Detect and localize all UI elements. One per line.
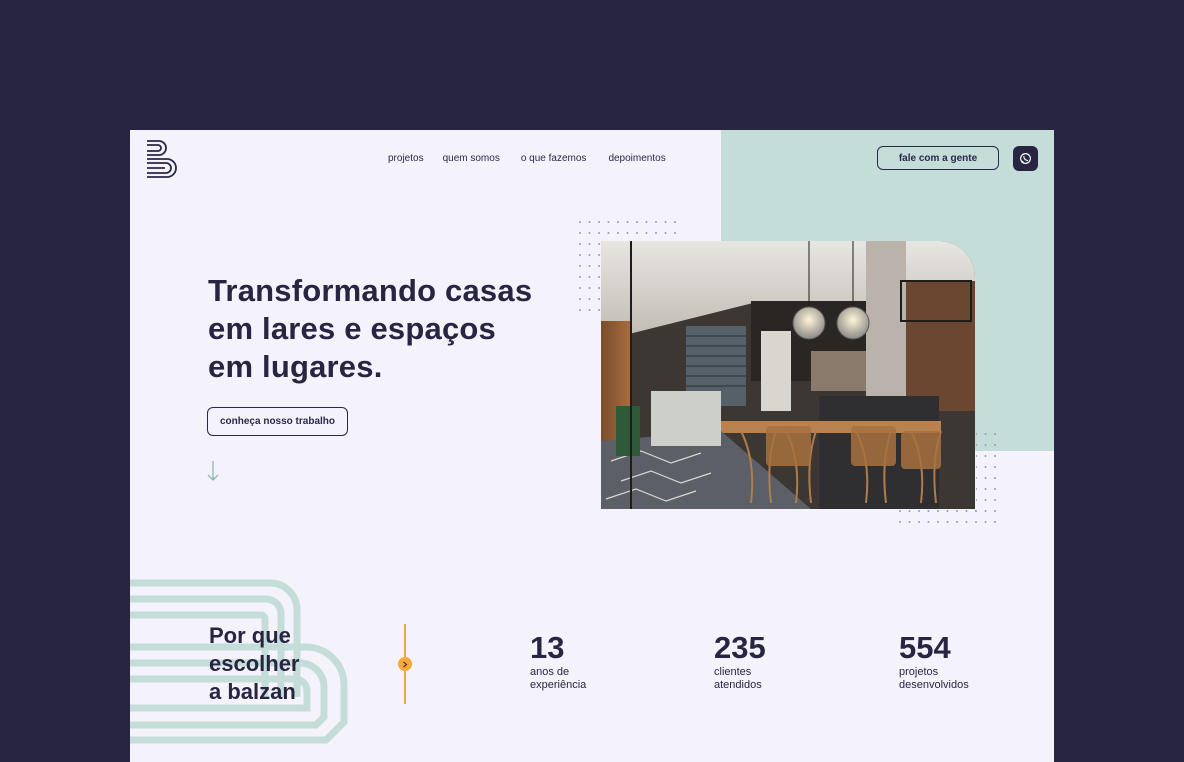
why-choose-title: Por que escolher a balzan (209, 622, 300, 706)
contact-button[interactable]: fale com a gente (877, 146, 999, 170)
stat-label-line-1: projetos (899, 666, 939, 678)
hero-title-line-2: em lares e espaços (208, 311, 496, 346)
balzan-logo[interactable] (145, 139, 179, 179)
stat-label-line-1: anos de (530, 666, 570, 678)
stat-value: 235 (714, 630, 766, 665)
next-button[interactable] (398, 657, 412, 671)
stat-clients: 235 clientes atendidos (714, 630, 824, 692)
why-title-line-2: escolher (209, 651, 300, 676)
hero-title-line-1: Transformando casas (208, 273, 533, 308)
stat-label-line-1: clientes (714, 666, 752, 678)
stat-value: 13 (530, 630, 565, 665)
nav-projetos[interactable]: projetos (388, 152, 424, 166)
stat-label-line-2: atendidos (714, 679, 762, 691)
hero-title-line-3: em lugares. (208, 349, 383, 384)
whatsapp-button[interactable] (1013, 146, 1038, 171)
chevron-right-icon (403, 661, 408, 667)
nav-depoimentos[interactable]: depoimentos (608, 152, 665, 166)
nav-o-que-fazemos[interactable]: o que fazemos (521, 152, 587, 166)
stat-label: clientes atendidos (714, 666, 824, 692)
see-work-button[interactable]: conheça nosso trabalho (207, 407, 348, 436)
stat-label: anos de experiência (530, 666, 640, 692)
why-title-line-3: a balzan (209, 679, 296, 704)
hero-interior-image (601, 241, 975, 509)
stat-value: 554 (899, 630, 951, 665)
nav-quem-somos[interactable]: quem somos (443, 152, 500, 166)
stat-label-line-2: desenvolvidos (899, 679, 969, 691)
stat-label-line-2: experiência (530, 679, 587, 691)
main-nav: projetos quem somos o que fazemos depoim… (388, 152, 688, 166)
stat-projects: 554 projetos desenvolvidos (899, 630, 1009, 692)
arrow-down-icon[interactable] (207, 460, 219, 482)
why-title-line-1: Por que (209, 623, 291, 648)
stat-years: 13 anos de experiência (530, 630, 640, 692)
whatsapp-icon (1020, 153, 1031, 164)
stat-label: projetos desenvolvidos (899, 666, 1009, 692)
hero-title: Transformando casas em lares e espaços e… (208, 272, 548, 386)
landing-page: projetos quem somos o que fazemos depoim… (130, 130, 1054, 762)
